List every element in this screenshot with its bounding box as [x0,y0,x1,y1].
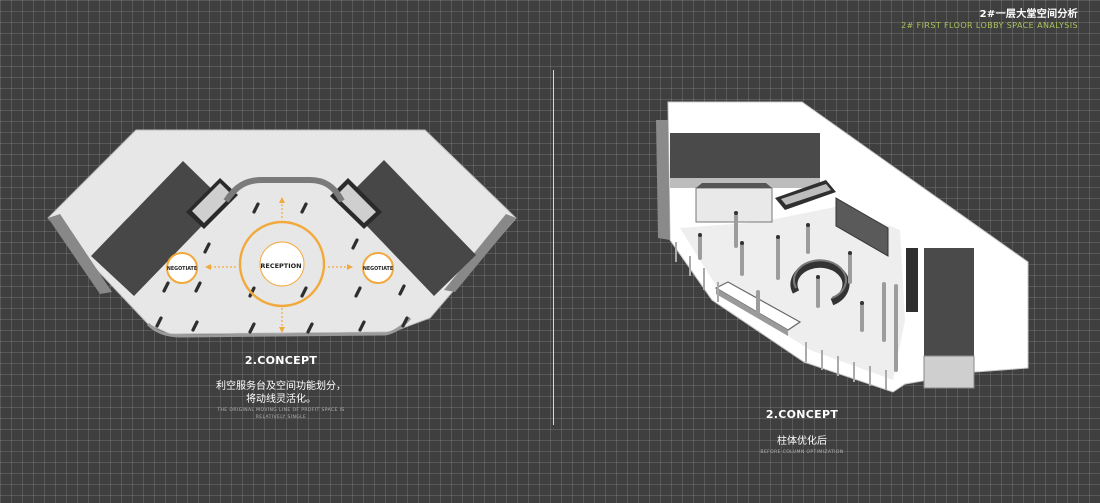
right-dark-volume-right-base [923,355,975,389]
right-caption-en: BEFORE COLUMN OPTIMIZATION [760,450,844,455]
left-caption-en-line2: RELATIVELY SINGLE [255,415,307,420]
right-caption-heading: 2.CONCEPT [765,408,839,421]
right-dark-volume-right [924,248,974,356]
right-caption-cn: 柱体优化后 [777,436,827,447]
right-escalator-side [906,248,918,312]
right-dark-volume-top [670,133,820,178]
right-service-block-top [696,183,772,188]
left-caption-en-line1: THE ORIGINAL MOVING LINE OF PROFIT SPACE… [217,408,345,413]
left-caption-en: THE ORIGINAL MOVING LINE OF PROFIT SPACE… [170,407,392,421]
right-floor-plan [656,101,1029,393]
right-wall-strip [656,120,670,240]
right-caption: 2.CONCEPT 柱体优化后 BEFORE COLUMN OPTIMIZATI… [700,408,904,456]
